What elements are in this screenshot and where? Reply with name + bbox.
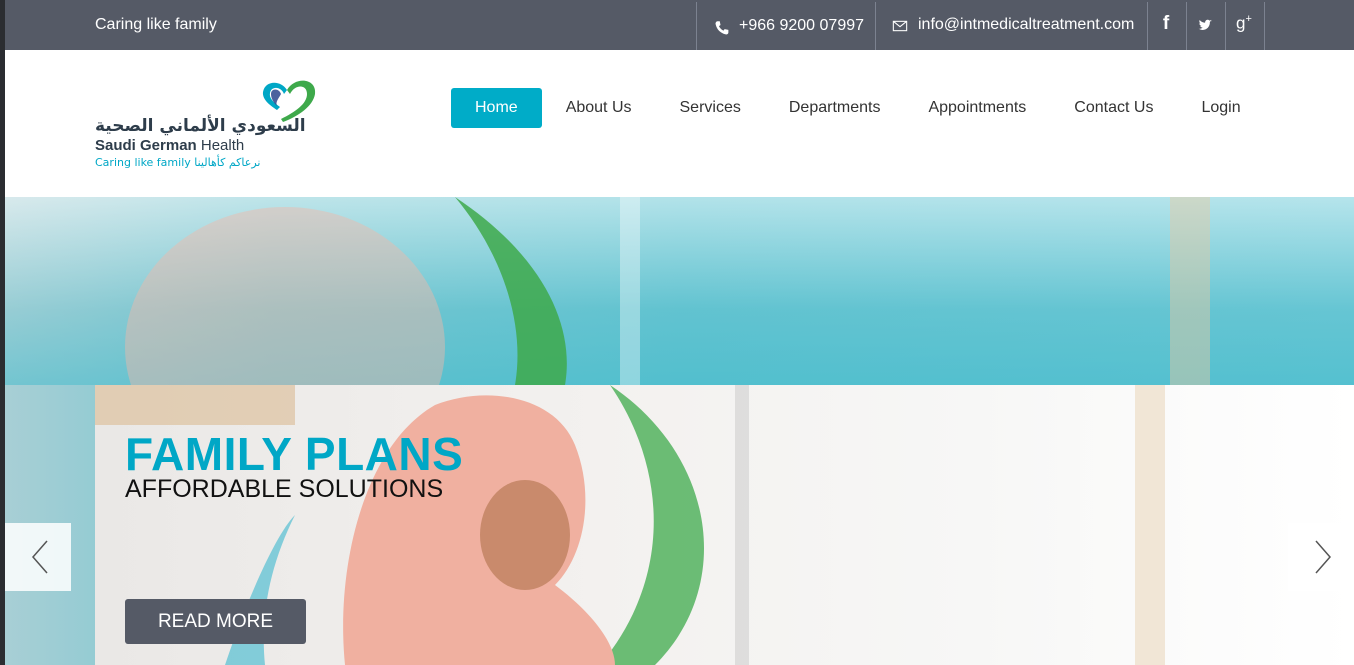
logo-arabic-name: السعودي الألماني الصحية xyxy=(95,116,306,136)
logo[interactable]: السعودي الألماني الصحية Saudi German Hea… xyxy=(93,76,333,176)
phone-icon xyxy=(715,21,729,35)
slider-next-button[interactable] xyxy=(1288,523,1354,591)
logo-english-name: Saudi German Health xyxy=(95,137,244,154)
nav-home[interactable]: Home xyxy=(451,88,542,128)
logo-tagline: Caring like family نرعاكم كأهالينا xyxy=(95,156,261,169)
email-address[interactable]: info@intmedicaltreatment.com xyxy=(918,16,1134,34)
site-header: السعودي الألماني الصحية Saudi German Hea… xyxy=(5,50,1354,197)
hero-title: FAMILY PLANS xyxy=(125,428,464,480)
hero-slider: FAMILY PLANS AFFORDABLE SOLUTIONS READ M… xyxy=(5,197,1354,665)
chevron-left-icon xyxy=(32,540,48,574)
slider-prev-button[interactable] xyxy=(5,523,71,591)
facebook-icon[interactable]: f xyxy=(1147,13,1185,35)
nav-appointments[interactable]: Appointments xyxy=(904,88,1050,128)
nav-departments[interactable]: Departments xyxy=(765,88,905,128)
read-more-button[interactable]: READ MORE xyxy=(125,599,306,644)
top-bar: Caring like family +966 9200 07997 info@… xyxy=(5,0,1354,50)
nav-about-us[interactable]: About Us xyxy=(542,88,656,128)
main-nav: Home About Us Services Departments Appoi… xyxy=(451,88,1265,128)
email-contact[interactable]: info@intmedicaltreatment.com xyxy=(890,15,1134,34)
page-frame: Caring like family +966 9200 07997 info@… xyxy=(5,0,1354,665)
phone-contact[interactable]: +966 9200 07997 xyxy=(713,15,864,37)
nav-services[interactable]: Services xyxy=(656,88,765,128)
twitter-icon[interactable] xyxy=(1186,13,1224,39)
divider xyxy=(1264,2,1265,50)
nav-login[interactable]: Login xyxy=(1177,88,1264,128)
hero-background-photo xyxy=(5,197,1354,385)
hero-subtitle: AFFORDABLE SOLUTIONS xyxy=(125,475,444,503)
phone-number[interactable]: +966 9200 07997 xyxy=(739,17,864,35)
divider xyxy=(696,2,697,50)
google-plus-icon[interactable]: g+ xyxy=(1225,13,1263,34)
divider xyxy=(875,2,876,50)
mail-icon xyxy=(892,20,908,32)
topbar-tagline: Caring like family xyxy=(95,16,217,33)
logo-name-bold: Saudi German xyxy=(95,137,197,154)
logo-name-rest: Health xyxy=(200,137,245,154)
chevron-right-icon xyxy=(1315,540,1331,574)
nav-contact-us[interactable]: Contact Us xyxy=(1050,88,1177,128)
hero-background-decoration xyxy=(125,197,1210,385)
hero-slide: FAMILY PLANS AFFORDABLE SOLUTIONS READ M… xyxy=(95,385,1354,665)
